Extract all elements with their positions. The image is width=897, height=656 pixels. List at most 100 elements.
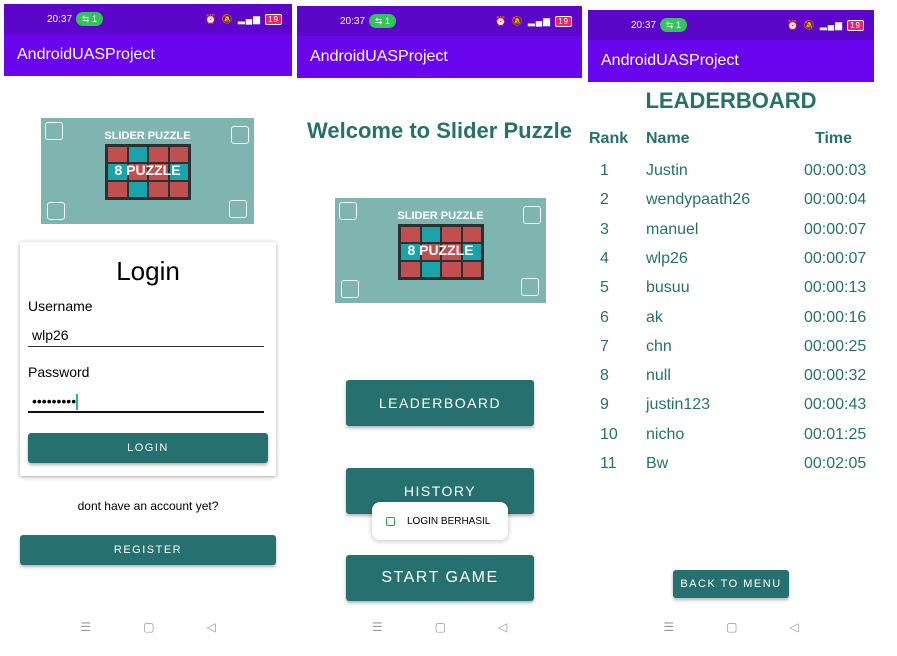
leaderboard-row: 8 null 00:00:32 (588, 367, 874, 391)
menu-icon[interactable]: ☰ (663, 620, 674, 640)
puzzle-piece-icon (229, 200, 247, 218)
puzzle-piece-icon (47, 202, 65, 220)
home-icon[interactable]: ▢ (435, 620, 446, 640)
login-heading: Login (116, 256, 180, 286)
toast-text: LOGIN BERHASIL (407, 515, 491, 527)
hotspot-indicator: ⇆ 1 (660, 18, 688, 32)
logo-label: 8 PUZZLE (407, 242, 474, 258)
leaderboard-row: 11 Bw 00:02:05 (588, 455, 874, 479)
mute-icon: 🔕 (803, 20, 816, 30)
leaderboard-row: 2 wendypaath26 00:00:04 (588, 191, 874, 215)
signal-icon: ▂▄▆ (237, 14, 262, 24)
alarm-icon: ⏰ (787, 20, 800, 30)
logo-label: 8 PUZZLE (114, 162, 181, 178)
leaderboard-row: 1 Justin 00:00:03 (588, 162, 874, 186)
name-cell: null (646, 367, 671, 385)
system-icons: ⏰ 🔕 ▂▄▆ 19 (787, 20, 864, 31)
system-nav-bar: ☰ ▢ ◁ (588, 620, 874, 640)
leaderboard-row: 9 justin123 00:00:43 (588, 396, 874, 420)
welcome-heading: Welcome to Slider Puzzle (307, 118, 572, 143)
hotspot-indicator: ⇆ 1 (76, 12, 104, 26)
name-cell: wlp26 (646, 249, 688, 267)
back-icon[interactable]: ◁ (498, 620, 507, 640)
time-cell: 00:00:25 (804, 337, 867, 355)
menu-icon[interactable]: ☰ (80, 620, 91, 640)
signal-icon: ▂▄▆ (527, 16, 552, 26)
status-bar: 20:37 ⇆ 1 ⏰ 🔕 ▂▄▆ 19 (4, 4, 292, 34)
app-title: AndroidUASProject (17, 46, 155, 63)
rank-cell: 11 (600, 455, 617, 472)
puzzle-piece-icon (339, 202, 357, 220)
login-button[interactable]: LOGIN (28, 433, 268, 463)
alarm-icon: ⏰ (205, 14, 218, 24)
battery-icon: 19 (555, 16, 572, 27)
status-bar: 20:37 ⇆ 1 ⏰ 🔕 ▂▄▆ 19 (297, 6, 582, 36)
hotspot-indicator: ⇆ 1 (369, 14, 397, 28)
time-cell: 00:00:04 (804, 191, 867, 209)
status-time: 20:37 (340, 16, 366, 27)
name-cell: ak (646, 308, 663, 326)
name-cell: busuu (646, 279, 690, 297)
hotspot-count: 1 (676, 20, 682, 30)
leaderboard-row: 5 busuu 00:00:13 (588, 279, 874, 303)
hotspot-count: 1 (385, 16, 391, 26)
status-bar: 20:37 ⇆ 1 ⏰ 🔕 ▂▄▆ 19 (588, 10, 874, 40)
time-cell: 00:02:05 (804, 455, 867, 472)
rank-cell: 2 (600, 191, 609, 209)
password-input[interactable]: ••••••••• (28, 389, 264, 413)
leaderboard-button[interactable]: LEADERBOARD (346, 380, 534, 426)
name-cell: manuel (646, 220, 699, 238)
leaderboard-row: 3 manuel 00:00:07 (588, 221, 874, 245)
no-account-text: dont have an account yet? (77, 499, 219, 513)
battery-icon: 19 (265, 14, 282, 25)
leaderboard-screen: 20:37 ⇆ 1 ⏰ 🔕 ▂▄▆ 19 AndroidUASProject L… (588, 10, 874, 654)
time-cell: 00:00:07 (804, 220, 867, 238)
system-icons: ⏰ 🔕 ▂▄▆ 19 (495, 16, 572, 27)
rank-cell: 3 (600, 220, 609, 238)
username-label: Username (28, 298, 93, 314)
time-cell: 00:00:13 (804, 279, 867, 297)
time-cell: 00:00:03 (804, 162, 867, 179)
name-column-header: Name (646, 130, 690, 147)
battery-icon: 19 (847, 20, 864, 31)
login-success-toast: LOGIN BERHASIL (372, 502, 508, 540)
back-to-menu-button[interactable]: BACK TO MENU (673, 570, 789, 598)
system-nav-bar: ☰ ▢ ◁ (4, 620, 292, 640)
home-icon[interactable]: ▢ (143, 620, 154, 640)
rank-cell: 9 (600, 396, 609, 414)
puzzle-piece-icon (523, 206, 541, 224)
leaderboard-row: 6 ak 00:00:16 (588, 309, 874, 333)
signal-icon: ▂▄▆ (819, 20, 844, 30)
rank-cell: 8 (600, 367, 609, 385)
puzzle-piece-icon (521, 278, 539, 296)
leaderboard-row: 10 nicho 00:01:25 (588, 426, 874, 450)
puzzle-piece-icon (45, 122, 63, 140)
time-cell: 00:00:16 (804, 308, 867, 326)
name-cell: Justin (646, 162, 688, 179)
app-icon (386, 516, 395, 526)
time-cell: 00:00:43 (804, 396, 867, 414)
system-nav-bar: ☰ ▢ ◁ (297, 620, 582, 640)
name-cell: nicho (646, 425, 685, 443)
back-icon[interactable]: ◁ (206, 620, 215, 640)
game-logo: SLIDER PUZZLE 8 PUZZLE (335, 198, 546, 303)
time-column-header: Time (815, 130, 853, 147)
time-cell: 00:00:32 (804, 367, 867, 385)
register-button[interactable]: REGISTER (20, 535, 276, 565)
login-card: Login Username wlp26 Password ••••••••• … (20, 242, 276, 476)
home-icon[interactable]: ▢ (726, 620, 737, 640)
system-icons: ⏰ 🔕 ▂▄▆ 19 (205, 14, 282, 25)
password-label: Password (28, 364, 90, 380)
username-input[interactable]: wlp26 (28, 323, 264, 347)
app-bar: AndroidUASProject (297, 36, 582, 78)
alarm-icon: ⏰ (495, 16, 508, 26)
back-icon[interactable]: ◁ (789, 620, 798, 640)
start-game-button[interactable]: START GAME (346, 555, 534, 601)
app-title: AndroidUASProject (601, 52, 739, 69)
app-title: AndroidUASProject (310, 48, 448, 65)
logo-title: SLIDER PUZZLE (104, 130, 191, 142)
menu-screen: 20:37 ⇆ 1 ⏰ 🔕 ▂▄▆ 19 AndroidUASProject W… (297, 6, 582, 654)
mute-icon: 🔕 (221, 14, 234, 24)
hotspot-count: 1 (92, 14, 98, 24)
menu-icon[interactable]: ☰ (372, 620, 383, 640)
